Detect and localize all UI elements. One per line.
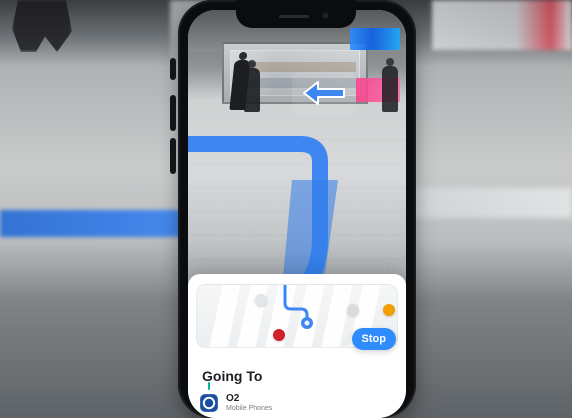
stop-button-label: Stop: [361, 333, 386, 345]
phone-side-button: [170, 58, 176, 80]
left-arrow-icon: [303, 81, 345, 105]
blurred-light-stripe-right: [412, 188, 572, 218]
blurred-storefront-right: [432, 0, 572, 50]
navigation-bottom-sheet: Stop Going To O2 Mobile Phones: [188, 274, 406, 418]
stop-navigation-button[interactable]: Stop: [351, 328, 396, 350]
phone-notch: [236, 0, 356, 28]
direction-arrow: [292, 72, 356, 114]
o2-logo-glyph: [202, 396, 216, 410]
person-walking: [244, 60, 260, 112]
phone-device: Stop Going To O2 Mobile Phones: [170, 0, 416, 418]
phone-side-button: [170, 138, 176, 174]
mini-map-poi[interactable]: [273, 329, 285, 341]
digital-signage: [350, 28, 400, 50]
current-location-dot: [304, 320, 310, 326]
o2-logo-icon: [200, 394, 218, 412]
route-indicator-line: [208, 382, 210, 390]
destination-text: O2 Mobile Phones: [226, 394, 272, 412]
phone-side-button: [170, 95, 176, 131]
ar-navigation-screen: Stop Going To O2 Mobile Phones: [188, 10, 406, 418]
blurred-route-stripe-left: [0, 210, 185, 237]
mini-map-route-line: [283, 285, 309, 321]
destination-name: O2: [226, 393, 240, 405]
mini-map-poi[interactable]: [347, 304, 359, 316]
going-to-title: Going To: [202, 368, 263, 384]
background-scene: Stop Going To O2 Mobile Phones: [0, 0, 572, 418]
speaker-grill: [279, 15, 309, 18]
mini-map-poi[interactable]: [383, 304, 395, 316]
person-walking: [382, 58, 398, 112]
mini-map-poi[interactable]: [255, 294, 267, 306]
destination-row[interactable]: O2 Mobile Phones: [200, 390, 394, 416]
front-camera: [322, 12, 329, 19]
destination-category: Mobile Phones: [226, 404, 273, 412]
